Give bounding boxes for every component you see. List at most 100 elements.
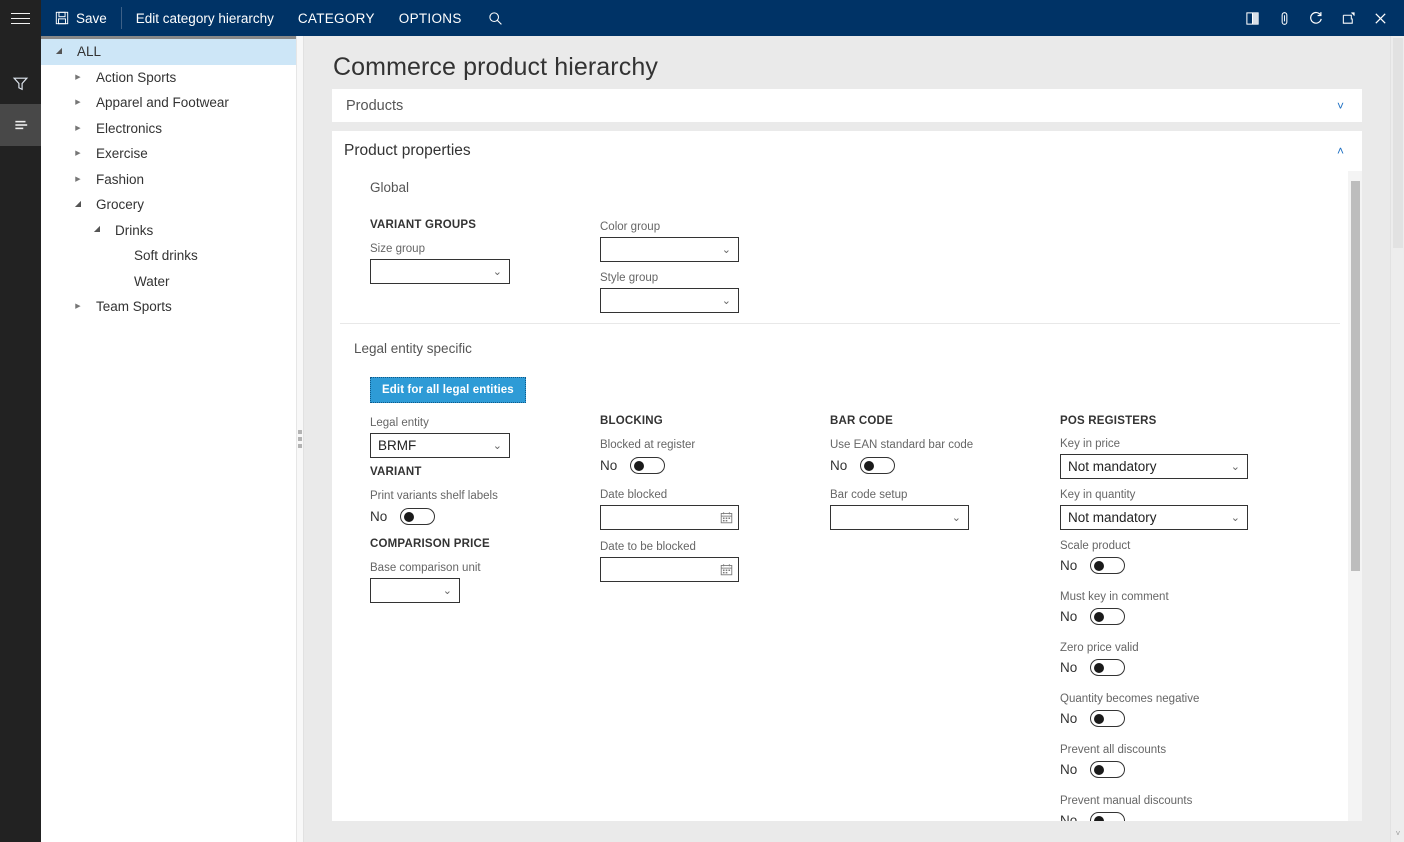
style-group-dropdown[interactable]: ⌄ bbox=[600, 288, 739, 313]
key-in-quantity-label: Key in quantity bbox=[1060, 489, 1135, 501]
toolbar-separator bbox=[121, 7, 122, 29]
key-in-price-value: Not mandatory bbox=[1068, 459, 1231, 474]
key-in-price-label: Key in price bbox=[1060, 438, 1120, 450]
legal-entity-dropdown[interactable]: BRMF ⌄ bbox=[370, 433, 510, 458]
tree-twisty-collapsed-icon[interactable] bbox=[70, 176, 86, 183]
pos-registers-header: POS REGISTERS bbox=[1060, 415, 1157, 427]
must-key-in-comment-value: No bbox=[1060, 609, 1090, 624]
tree-node-all[interactable]: ALL bbox=[41, 39, 296, 65]
office-app-button[interactable] bbox=[1236, 0, 1268, 36]
must-key-in-comment-toggle[interactable] bbox=[1090, 608, 1125, 625]
product-properties-header[interactable]: Product properties ˄ bbox=[332, 131, 1362, 171]
chevron-down-icon: ⌄ bbox=[722, 294, 734, 307]
tree-node-label: ALL bbox=[67, 44, 101, 59]
tree-node-label: Soft drinks bbox=[124, 248, 198, 263]
size-group-dropdown[interactable]: ⌄ bbox=[370, 259, 510, 284]
must-key-in-comment-toggle-row: No bbox=[1060, 608, 1125, 625]
quantity-becomes-negative-label: Quantity becomes negative bbox=[1060, 693, 1199, 705]
products-section-header[interactable]: Products ˅ bbox=[332, 89, 1362, 122]
tree-twisty-expanded-icon[interactable] bbox=[51, 48, 67, 56]
tree-twisty-collapsed-icon[interactable] bbox=[70, 303, 86, 310]
tree-node-water[interactable]: Water bbox=[41, 269, 296, 295]
product-properties-body: Global VARIANT GROUPS Size group ⌄ Color… bbox=[332, 171, 1362, 821]
chevron-down-icon: ⌄ bbox=[1231, 511, 1243, 524]
tab-options[interactable]: OPTIONS bbox=[387, 0, 474, 36]
properties-scrollbar-thumb[interactable] bbox=[1351, 181, 1360, 571]
attachment-button[interactable] bbox=[1268, 0, 1300, 36]
panel-splitter[interactable] bbox=[297, 36, 304, 842]
must-key-in-comment-label: Must key in comment bbox=[1060, 591, 1169, 603]
blocked-at-register-label: Blocked at register bbox=[600, 439, 695, 451]
tree-node-label: Apparel and Footwear bbox=[86, 95, 229, 110]
blocked-at-register-toggle[interactable] bbox=[630, 457, 665, 474]
tree-node-exercise[interactable]: Exercise bbox=[41, 141, 296, 167]
date-blocked-input[interactable] bbox=[600, 505, 739, 530]
bar-code-setup-dropdown[interactable]: ⌄ bbox=[830, 505, 969, 530]
page-vertical-scrollbar[interactable]: ˅ bbox=[1390, 36, 1404, 842]
save-label: Save bbox=[76, 11, 107, 26]
rail-filter-button[interactable] bbox=[0, 62, 41, 104]
variant-groups-header: VARIANT GROUPS bbox=[370, 219, 476, 231]
legal-entity-value: BRMF bbox=[378, 438, 493, 453]
section-divider bbox=[340, 323, 1340, 324]
chevron-down-icon: ⌄ bbox=[443, 584, 455, 597]
page-scrollbar-thumb[interactable] bbox=[1393, 38, 1403, 248]
tree-node-apparel-and-footwear[interactable]: Apparel and Footwear bbox=[41, 90, 296, 116]
form-name-label[interactable]: Edit category hierarchy bbox=[124, 0, 286, 36]
tree-twisty-collapsed-icon[interactable] bbox=[70, 150, 86, 157]
key-in-quantity-value: Not mandatory bbox=[1068, 510, 1231, 525]
refresh-button[interactable] bbox=[1300, 0, 1332, 36]
size-group-label: Size group bbox=[370, 243, 425, 255]
tree-node-label: Electronics bbox=[86, 121, 162, 136]
tree-twisty-collapsed-icon[interactable] bbox=[70, 99, 86, 106]
base-comparison-unit-dropdown[interactable]: ⌄ bbox=[370, 578, 460, 603]
category-tree: ALL Action Sports Apparel and Footwear Elec… bbox=[41, 39, 296, 320]
main-menu-button[interactable] bbox=[0, 0, 41, 36]
tree-node-soft-drinks[interactable]: Soft drinks bbox=[41, 243, 296, 269]
tree-node-electronics[interactable]: Electronics bbox=[41, 116, 296, 142]
application-window: Save Edit category hierarchy CATEGORY OP… bbox=[0, 0, 1404, 842]
prevent-all-discounts-toggle[interactable] bbox=[1090, 761, 1125, 778]
scroll-down-arrow-icon[interactable]: ˅ bbox=[1391, 826, 1404, 840]
prevent-manual-discounts-toggle-row: No bbox=[1060, 812, 1125, 821]
use-ean-toggle[interactable] bbox=[860, 457, 895, 474]
tree-twisty-collapsed-icon[interactable] bbox=[70, 74, 86, 81]
properties-vertical-scrollbar[interactable] bbox=[1348, 171, 1362, 821]
tree-twisty-collapsed-icon[interactable] bbox=[70, 125, 86, 132]
zero-price-valid-value: No bbox=[1060, 660, 1090, 675]
chevron-down-icon: ⌄ bbox=[952, 511, 964, 524]
key-in-price-dropdown[interactable]: Not mandatory ⌄ bbox=[1060, 454, 1248, 479]
tree-node-drinks[interactable]: Drinks bbox=[41, 218, 296, 244]
save-disk-icon bbox=[55, 11, 69, 25]
print-variants-toggle[interactable] bbox=[400, 508, 435, 525]
print-variants-toggle-row: No bbox=[370, 508, 435, 525]
scale-product-toggle[interactable] bbox=[1090, 557, 1125, 574]
close-button[interactable] bbox=[1364, 0, 1396, 36]
save-button[interactable]: Save bbox=[41, 0, 119, 36]
color-group-dropdown[interactable]: ⌄ bbox=[600, 237, 739, 262]
quantity-becomes-negative-toggle[interactable] bbox=[1090, 710, 1125, 727]
tree-twisty-expanded-icon[interactable] bbox=[89, 226, 105, 234]
prevent-manual-discounts-toggle[interactable] bbox=[1090, 812, 1125, 821]
use-ean-label: Use EAN standard bar code bbox=[830, 439, 973, 451]
tree-node-label: Action Sports bbox=[86, 70, 176, 85]
products-section: Products ˅ bbox=[332, 89, 1362, 122]
key-in-quantity-dropdown[interactable]: Not mandatory ⌄ bbox=[1060, 505, 1248, 530]
date-to-be-blocked-input[interactable] bbox=[600, 557, 739, 582]
rail-list-button[interactable] bbox=[0, 104, 41, 146]
tree-node-fashion[interactable]: Fashion bbox=[41, 167, 296, 193]
tree-node-action-sports[interactable]: Action Sports bbox=[41, 65, 296, 91]
open-in-new-window-button[interactable] bbox=[1332, 0, 1364, 36]
search-button[interactable] bbox=[474, 0, 513, 36]
date-blocked-label: Date blocked bbox=[600, 489, 667, 501]
product-properties-section: Product properties ˄ Global VARIANT GROU… bbox=[332, 131, 1362, 821]
tree-node-label: Grocery bbox=[86, 197, 144, 212]
zero-price-valid-toggle[interactable] bbox=[1090, 659, 1125, 676]
scale-product-value: No bbox=[1060, 558, 1090, 573]
tree-twisty-expanded-icon[interactable] bbox=[70, 201, 86, 209]
edit-for-all-legal-entities-button[interactable]: Edit for all legal entities bbox=[370, 377, 526, 403]
blocked-at-register-toggle-row: No bbox=[600, 457, 665, 474]
tab-category[interactable]: CATEGORY bbox=[286, 0, 387, 36]
tree-node-team-sports[interactable]: Team Sports bbox=[41, 294, 296, 320]
tree-node-grocery[interactable]: Grocery bbox=[41, 192, 296, 218]
